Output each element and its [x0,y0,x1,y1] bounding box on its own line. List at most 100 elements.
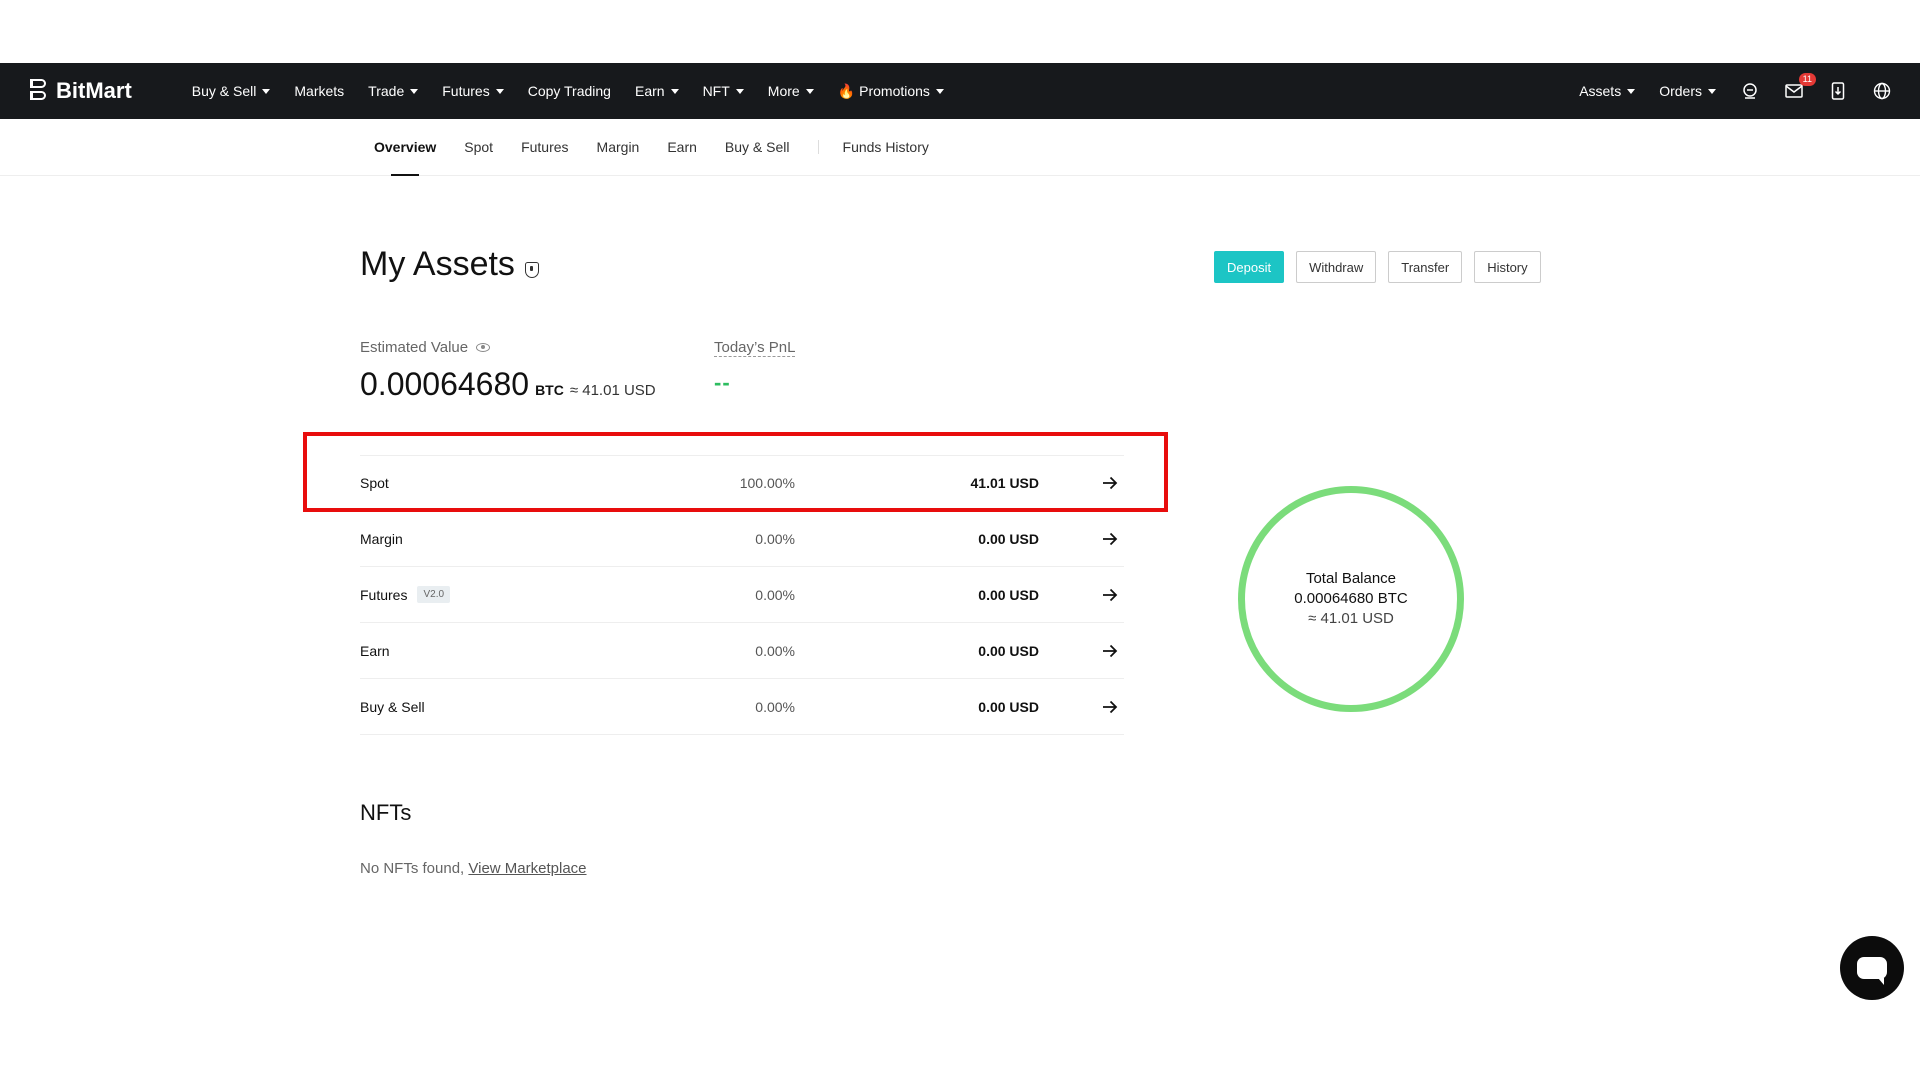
account-row-buy-sell[interactable]: Buy & Sell 0.00% 0.00 USD [360,679,1124,735]
nav-copy-trading[interactable]: Copy Trading [528,83,611,99]
caret-down-icon [1627,88,1636,94]
estimated-value: 0.00064680 BTC ≈ 41.01 USD [360,366,656,403]
caret-down-icon [935,88,944,94]
account-row-margin[interactable]: Margin 0.00% 0.00 USD [360,511,1124,567]
nav-label: More [767,83,800,99]
estimated-value-label: Estimated Value [360,339,491,356]
page-title: My Assets [360,245,539,284]
nav-label: NFT [702,83,730,99]
mobile-download-icon[interactable] [1828,81,1848,101]
tab-overview[interactable]: Overview [374,119,436,176]
withdraw-button[interactable]: Withdraw [1296,251,1377,283]
account-name-text: Earn [360,642,390,659]
nav-label: Futures [442,83,490,99]
caret-down-icon [805,88,814,94]
estimated-usd: ≈ 41.01 USD [569,382,656,399]
nfts-empty-text: No NFTs found, [360,860,465,877]
account-percent: 0.00% [755,530,795,547]
arrow-right-icon[interactable] [1100,476,1120,490]
tab-earn[interactable]: Earn [667,119,697,176]
total-balance-btc: 0.00064680 BTC [1294,590,1408,607]
account-name: Futures V2.0 [360,586,660,603]
caret-down-icon [495,88,504,94]
nfts-heading: NFTs [360,800,412,825]
shield-icon[interactable] [524,261,539,278]
account-name: Spot [360,475,660,491]
asset-actions: Deposit Withdraw Transfer History [1214,251,1541,283]
account-name-text: Margin [360,530,403,547]
account-name: Earn [360,643,660,659]
nav-label: Orders [1659,83,1702,99]
arrow-right-icon[interactable] [1100,644,1120,658]
assets-subnav: Overview Spot Futures Margin Earn Buy & … [0,119,1920,176]
view-marketplace-link[interactable]: View Marketplace [468,860,586,877]
tab-buy-sell[interactable]: Buy & Sell [725,119,790,176]
deposit-button[interactable]: Deposit [1214,251,1285,283]
nav-right: Assets Orders 11 [1579,73,1892,101]
account-row-futures[interactable]: Futures V2.0 0.00% 0.00 USD [360,567,1124,623]
nav-orders[interactable]: Orders [1659,83,1716,99]
arrow-right-icon[interactable] [1100,532,1120,546]
notification-badge: 11 [1798,73,1816,86]
account-row-earn[interactable]: Earn 0.00% 0.00 USD [360,623,1124,679]
nav-promotions[interactable]: 🔥 Promotions [838,83,944,100]
total-balance-ring: Total Balance 0.00064680 BTC ≈ 41.01 USD [1238,486,1464,712]
nav-label: Copy Trading [527,83,611,99]
flame-icon: 🔥 [837,82,856,99]
account-percent: 0.00% [755,586,795,603]
arrow-right-icon[interactable] [1100,700,1120,714]
estimated-label-text: Estimated Value [360,339,469,356]
subnav-divider [817,140,819,154]
nav-label: Markets [294,83,345,99]
tab-futures[interactable]: Futures [521,119,568,176]
chat-icon [1857,957,1887,985]
account-usd: 0.00 USD [978,530,1039,547]
nav-nft[interactable]: NFT [703,83,744,99]
arrow-right-icon[interactable] [1100,588,1120,602]
account-name: Margin [360,531,660,547]
caret-down-icon [410,88,419,94]
globe-icon[interactable] [1872,81,1892,101]
account-row-spot[interactable]: Spot 100.00% 41.01 USD [360,455,1124,511]
account-name-text: Futures [360,586,408,603]
todays-pnl-value: -- [714,370,731,395]
mail-icon[interactable]: 11 [1784,73,1816,101]
account-name-text: Buy & Sell [360,698,425,715]
nav-label: Promotions [859,83,930,99]
account-usd: 41.01 USD [970,475,1039,491]
account-name-text: Spot [360,475,389,491]
total-balance-usd: ≈ 41.01 USD [1308,610,1394,627]
chat-support-button[interactable] [1840,936,1904,1000]
account-percent: 0.00% [755,642,795,659]
nav-assets[interactable]: Assets [1579,83,1636,99]
nfts-empty-state: No NFTs found, View Marketplace [360,860,587,877]
eye-icon[interactable] [476,343,491,352]
nav-earn[interactable]: Earn [635,83,679,99]
tab-margin[interactable]: Margin [597,119,640,176]
support-icon[interactable] [1740,81,1760,101]
transfer-button[interactable]: Transfer [1388,251,1463,283]
nav-trade[interactable]: Trade [368,83,419,99]
estimated-btc: 0.00064680 [360,366,530,402]
account-usd: 0.00 USD [978,586,1039,603]
tab-spot[interactable]: Spot [464,119,493,176]
version-tag: V2.0 [417,586,451,603]
nav-buy-sell[interactable]: Buy & Sell [192,83,271,99]
account-percent: 100.00% [739,475,795,491]
todays-pnl-label[interactable]: Today’s PnL [714,339,796,357]
tab-funds-history[interactable]: Funds History [843,119,929,176]
history-button[interactable]: History [1474,251,1541,283]
caret-down-icon [735,88,744,94]
btc-unit: BTC [535,382,564,398]
nav-futures[interactable]: Futures [442,83,504,99]
nav-markets[interactable]: Markets [294,83,344,99]
brand-logo[interactable]: BitMart [28,78,132,104]
caret-down-icon [1708,88,1716,94]
top-spacer [0,0,1920,63]
top-navbar: BitMart Buy & Sell Markets Trade Futures… [0,63,1920,119]
bitmart-logo-icon [28,78,50,104]
brand-name: BitMart [56,78,132,103]
page-title-text: My Assets [360,245,515,283]
caret-down-icon [262,88,271,94]
nav-more[interactable]: More [768,83,814,99]
